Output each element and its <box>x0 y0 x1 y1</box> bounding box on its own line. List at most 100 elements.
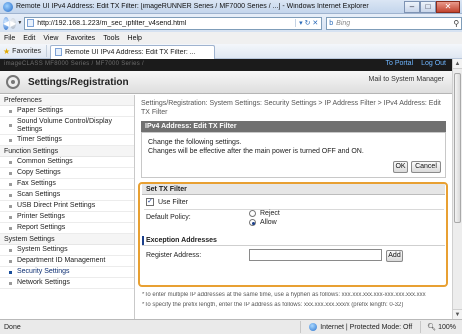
divider <box>144 209 444 210</box>
page-scrollbar[interactable]: ▲ ▼ <box>452 59 462 319</box>
sidebar-item-label: Timer Settings <box>17 136 62 143</box>
sidebar-item-scan-settings[interactable]: Scan Settings <box>0 190 134 201</box>
register-address-input[interactable] <box>249 249 382 261</box>
scroll-down-icon[interactable]: ▼ <box>453 309 462 319</box>
favorites-button[interactable]: ★ Favorites <box>0 45 47 57</box>
scroll-thumb[interactable] <box>454 73 461 223</box>
info-box: Change the following settings. Changes w… <box>141 132 446 178</box>
sidebar-item-label: Network Settings <box>17 279 70 286</box>
refresh-stop-icons[interactable]: ▾ ↻ ✕ <box>295 19 321 27</box>
allow-radio[interactable] <box>249 219 256 226</box>
zoom-control[interactable]: 🔍︎ 100% <box>420 321 462 333</box>
sidebar-item-sound-volume[interactable]: Sound Volume Control/Display Settings <box>0 117 134 135</box>
ok-button[interactable]: OK <box>393 161 408 173</box>
star-icon: ★ <box>3 46 11 56</box>
menu-tools[interactable]: Tools <box>103 35 119 42</box>
menu-edit[interactable]: Edit <box>23 35 35 42</box>
scroll-up-icon[interactable]: ▲ <box>453 59 462 69</box>
sidebar-item-fax-settings[interactable]: Fax Settings <box>0 179 134 190</box>
settings-gear-icon <box>6 75 20 89</box>
browser-tab[interactable]: Remote UI IPv4 Address: Edit TX Filter: … <box>49 44 215 59</box>
brand-text: imageCLASS MF8000 Series / MF7000 Series… <box>4 61 144 67</box>
bullet-icon <box>9 226 12 230</box>
sidebar-item-timer-settings[interactable]: Timer Settings <box>0 135 134 146</box>
info-line-1: Change the following settings. <box>148 139 242 146</box>
sidebar-item-label: Security Settings <box>17 268 70 275</box>
sidebar-group-function-settings: Function Settings <box>0 146 134 157</box>
sidebar-item-copy-settings[interactable]: Copy Settings <box>0 168 134 179</box>
search-box[interactable]: b Bing ⚲ <box>326 16 462 30</box>
mail-to-system-manager-link[interactable]: Mail to System Manager <box>369 76 444 83</box>
menu-bar: File Edit View Favorites Tools Help <box>0 32 462 44</box>
set-tx-filter-heading: Set TX Filter <box>142 184 445 195</box>
section-title: Settings/Registration <box>28 77 129 88</box>
bullet-icon <box>9 124 12 127</box>
sidebar-item-label: Report Settings <box>17 224 66 231</box>
bullet-icon <box>9 248 12 252</box>
page-icon <box>27 19 35 27</box>
sidebar-item-system-settings[interactable]: System Settings <box>0 245 134 256</box>
sidebar-item-label: System Settings <box>17 246 68 253</box>
log-out-link[interactable]: Log Out <box>421 60 446 67</box>
default-policy-label: Default Policy: <box>146 214 191 221</box>
ie-logo-icon <box>3 1 13 12</box>
bullet-icon <box>9 259 12 263</box>
add-button[interactable]: Add <box>386 250 403 262</box>
note-prefix-length: *To specify the prefix length, enter the… <box>142 302 404 308</box>
section-header: Settings/Registration Mail to System Man… <box>0 71 452 94</box>
menu-help[interactable]: Help <box>128 35 142 42</box>
favorites-label: Favorites <box>12 47 41 55</box>
sidebar-item-common-settings[interactable]: Common Settings <box>0 157 134 168</box>
sidebar-group-preferences: Preferences <box>0 95 134 106</box>
search-icon[interactable]: ⚲ <box>453 19 459 28</box>
back-button[interactable]: ◀ <box>3 16 10 30</box>
zoom-icon: 🔍︎ <box>427 324 437 331</box>
sidebar-item-label: USB Direct Print Settings <box>17 202 96 209</box>
window-title: Remote UI IPv4 Address: Edit TX Filter: … <box>16 3 369 10</box>
to-portal-link[interactable]: To Portal <box>386 60 414 67</box>
forward-button[interactable]: ▶ <box>10 17 17 29</box>
security-zone: Internet | Protected Mode: Off <box>300 321 420 333</box>
history-dropdown-icon[interactable]: ▼ <box>17 20 22 26</box>
info-line-2: Changes will be effective after the main… <box>148 148 364 155</box>
use-filter-label: Use Filter <box>158 198 188 206</box>
register-address-label: Register Address: <box>146 252 202 259</box>
close-button[interactable]: ✕ <box>436 0 460 13</box>
use-filter-checkbox[interactable]: ✓ <box>146 198 154 206</box>
address-row: ◀ ▶ ▼ http://192.168.1.223/m_sec_ipfilte… <box>0 14 462 32</box>
sidebar-item-label: Common Settings <box>17 158 73 165</box>
menu-favorites[interactable]: Favorites <box>66 35 95 42</box>
bullet-icon <box>9 171 12 175</box>
menu-view[interactable]: View <box>43 35 58 42</box>
address-bar[interactable]: http://192.168.1.223/m_sec_ipfilter_v4se… <box>24 16 323 30</box>
brand-bar: imageCLASS MF8000 Series / MF7000 Series… <box>0 59 452 71</box>
search-placeholder[interactable]: Bing <box>336 20 453 27</box>
sidebar-item-label: Scan Settings <box>17 191 61 198</box>
sidebar: Preferences Paper Settings Sound Volume … <box>0 95 135 319</box>
sidebar-item-department-id[interactable]: Department ID Management <box>0 256 134 267</box>
address-url[interactable]: http://192.168.1.223/m_sec_ipfilter_v4se… <box>37 20 295 27</box>
zoom-level: 100% <box>438 323 456 331</box>
reject-radio[interactable] <box>249 210 256 217</box>
main-content: Settings/Registration: System Settings: … <box>136 95 452 319</box>
reject-radio-option[interactable]: Reject <box>249 210 280 217</box>
maximize-button[interactable]: □ <box>420 0 436 13</box>
menu-file[interactable]: File <box>4 35 15 42</box>
sidebar-item-network-settings[interactable]: Network Settings <box>0 278 134 289</box>
sidebar-item-report-settings[interactable]: Report Settings <box>0 223 134 234</box>
cancel-button[interactable]: Cancel <box>411 161 441 173</box>
sidebar-item-label: Copy Settings <box>17 169 61 176</box>
allow-radio-option[interactable]: Allow <box>249 219 277 226</box>
use-filter-row[interactable]: ✓ Use Filter <box>146 198 188 206</box>
sidebar-item-paper-settings[interactable]: Paper Settings <box>0 106 134 117</box>
sidebar-item-printer-settings[interactable]: Printer Settings <box>0 212 134 223</box>
sidebar-item-label: Department ID Management <box>17 257 106 264</box>
sidebar-item-usb-direct-print[interactable]: USB Direct Print Settings <box>0 201 134 212</box>
note-multiple-addresses: *To enter multiple IP addresses at the s… <box>142 292 426 298</box>
breadcrumb: Settings/Registration: System Settings: … <box>141 100 441 116</box>
minimize-button[interactable]: – <box>404 0 420 13</box>
sidebar-item-label: Printer Settings <box>17 213 65 220</box>
bullet-icon <box>9 109 12 113</box>
web-page: imageCLASS MF8000 Series / MF7000 Series… <box>0 59 452 319</box>
sidebar-item-security-settings[interactable]: Security Settings <box>0 267 134 278</box>
